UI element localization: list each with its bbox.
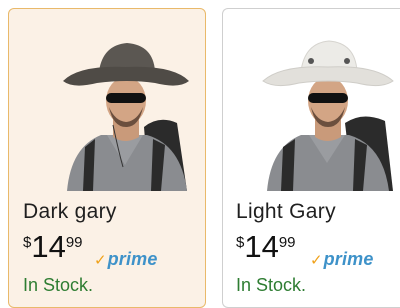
price: $ 14 99 bbox=[23, 231, 83, 262]
prime-label: prime bbox=[107, 249, 158, 269]
price-fraction: 99 bbox=[65, 234, 83, 251]
prime-check-icon: ✓ bbox=[94, 251, 107, 269]
price-fraction: 99 bbox=[278, 234, 296, 251]
prime-label: prime bbox=[323, 249, 374, 269]
variant-card-light-gray[interactable]: Light Gary $ 14 99 ✓ prime In Stock. bbox=[222, 8, 400, 308]
stock-status: In Stock. bbox=[23, 275, 94, 295]
product-image-dark-hat bbox=[49, 27, 199, 191]
variant-card-dark-gray[interactable]: Dark gary $ 14 99 ✓ prime In Stock. bbox=[8, 8, 206, 308]
variant-name: Light Gary bbox=[236, 200, 336, 223]
price-whole: 14 bbox=[244, 229, 279, 264]
price-whole: 14 bbox=[31, 229, 66, 264]
price-symbol: $ bbox=[236, 234, 245, 251]
stock-status: In Stock. bbox=[236, 275, 307, 295]
price: $ 14 99 bbox=[236, 231, 296, 262]
variant-name: Dark gary bbox=[23, 200, 117, 223]
prime-badge: ✓ prime bbox=[94, 249, 158, 270]
price-symbol: $ bbox=[23, 234, 32, 251]
prime-check-icon: ✓ bbox=[310, 251, 323, 269]
prime-badge: ✓ prime bbox=[310, 249, 374, 270]
product-image-light-hat bbox=[253, 27, 400, 191]
